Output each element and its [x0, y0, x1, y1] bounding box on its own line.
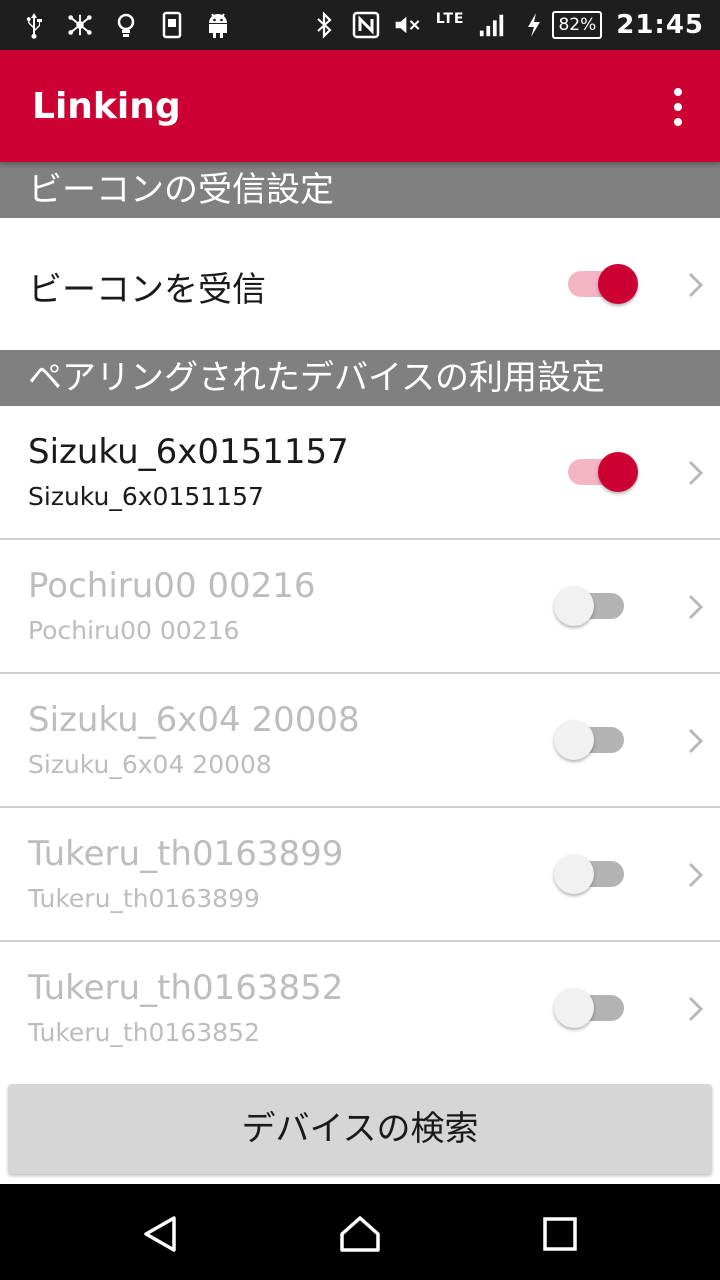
- device-row[interactable]: Pochiru00 00216 Pochiru00 00216: [0, 540, 720, 674]
- lightbulb-icon: [112, 11, 140, 39]
- overflow-menu-icon[interactable]: [666, 88, 690, 126]
- device-row[interactable]: Tukeru_th0163852 Tukeru_th0163852: [0, 942, 720, 1076]
- device-name: Sizuku_6x04 20008: [28, 700, 360, 740]
- mute-icon: [394, 11, 422, 39]
- network-type: LTE: [435, 11, 465, 27]
- device-id: Tukeru_th0163899: [28, 884, 260, 913]
- device-row[interactable]: Sizuku_6x0151157 Sizuku_6x0151157: [0, 406, 720, 540]
- device-toggle-switch[interactable]: [566, 452, 638, 492]
- device-toggle-switch[interactable]: [554, 720, 628, 760]
- device-name: Pochiru00 00216: [28, 566, 316, 606]
- home-icon[interactable]: [338, 1212, 382, 1256]
- device-name: Tukeru_th0163899: [28, 834, 344, 874]
- beacon-receive-row[interactable]: ビーコンを受信: [0, 218, 720, 350]
- signal-icon: [478, 11, 506, 39]
- chevron-right-icon[interactable]: [684, 726, 708, 756]
- battery-indicator: 82%: [520, 11, 603, 39]
- device-id: Sizuku_6x0151157: [28, 482, 264, 511]
- device-toggle-switch[interactable]: [554, 988, 628, 1028]
- device-toggle-switch[interactable]: [554, 854, 628, 894]
- device-toggle-switch[interactable]: [554, 586, 628, 626]
- nfc-icon: [352, 11, 380, 39]
- battery-level: 82%: [552, 11, 603, 39]
- device-row[interactable]: Tukeru_th0163899 Tukeru_th0163899: [0, 808, 720, 942]
- device-id: Sizuku_6x04 20008: [28, 750, 272, 779]
- clock: 21:45: [616, 10, 704, 40]
- chevron-right-icon[interactable]: [684, 860, 708, 890]
- paired-section-header: ペアリングされたデバイスの利用設定: [0, 350, 720, 406]
- android-icon: [204, 11, 232, 39]
- back-icon[interactable]: [138, 1212, 182, 1256]
- phone-notification-icon: [158, 11, 186, 39]
- charging-icon: [520, 11, 548, 39]
- beacon-receive-label: ビーコンを受信: [28, 270, 266, 310]
- app-bar: Linking: [0, 50, 720, 162]
- chevron-right-icon[interactable]: [684, 994, 708, 1024]
- navigation-bar: [0, 1184, 720, 1280]
- device-row[interactable]: Sizuku_6x04 20008 Sizuku_6x04 20008: [0, 674, 720, 808]
- device-id: Tukeru_th0163852: [28, 1018, 260, 1047]
- device-search-button[interactable]: デバイスの検索: [8, 1084, 712, 1174]
- chevron-right-icon[interactable]: [684, 270, 708, 300]
- usb-icon: [20, 11, 48, 39]
- chevron-right-icon[interactable]: [684, 458, 708, 488]
- beacon-receive-switch[interactable]: [566, 264, 638, 304]
- beacon-section-header: ビーコンの受信設定: [0, 162, 720, 218]
- status-left-icons: [20, 0, 232, 50]
- status-bar: LTE 82% 21:45: [0, 0, 720, 50]
- app-title: Linking: [32, 86, 181, 127]
- device-name: Tukeru_th0163852: [28, 968, 344, 1008]
- bluetooth-icon: [310, 11, 338, 39]
- recents-icon[interactable]: [538, 1212, 582, 1256]
- device-id: Pochiru00 00216: [28, 616, 240, 645]
- device-name: Sizuku_6x0151157: [28, 432, 349, 472]
- status-right-icons: LTE 82% 21:45: [310, 0, 704, 50]
- network-sharing-icon: [66, 11, 94, 39]
- chevron-right-icon[interactable]: [684, 592, 708, 622]
